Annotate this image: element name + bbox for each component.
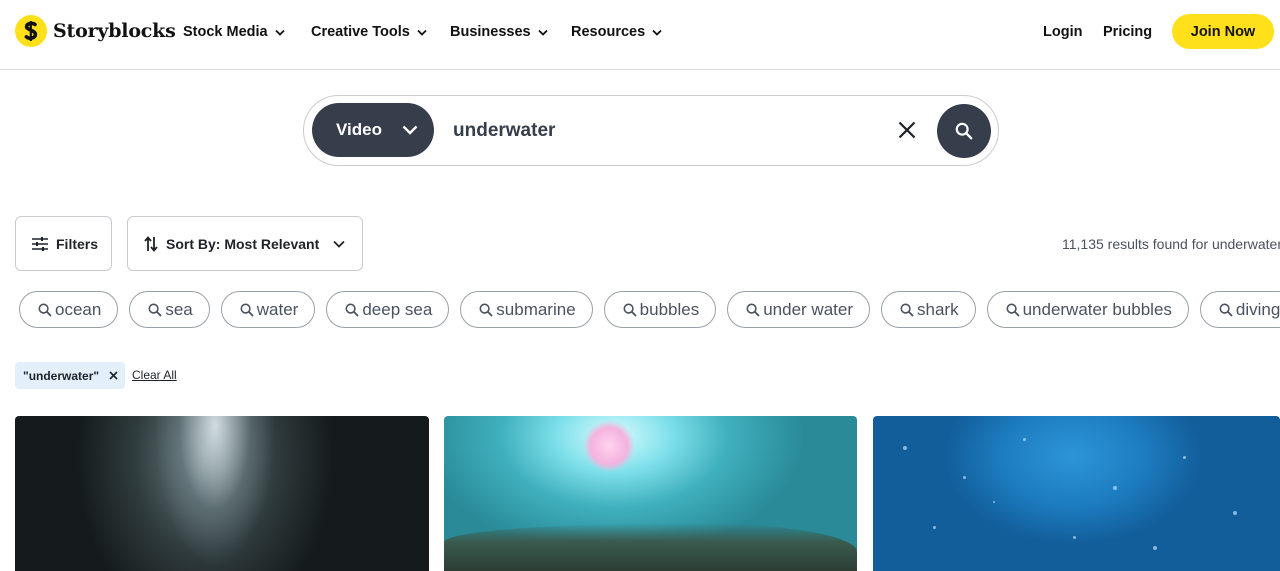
chevron-down-icon	[274, 29, 285, 36]
close-icon[interactable]	[894, 117, 920, 143]
search-icon	[240, 302, 254, 317]
nav-resources[interactable]: Resources	[571, 0, 662, 64]
results-count: 11,135 results found for underwater	[1062, 236, 1280, 252]
bubble	[1153, 546, 1157, 550]
video-thumbnail[interactable]	[873, 416, 1280, 571]
search-icon	[900, 302, 914, 317]
nav-label: Resources	[571, 24, 646, 40]
chip-label: water	[256, 299, 299, 319]
bubble	[1183, 456, 1186, 459]
search-button[interactable]	[937, 104, 991, 158]
chip-label: submarine	[496, 299, 576, 319]
bubble	[1073, 536, 1076, 539]
chip-label: sea	[165, 299, 193, 319]
bubble	[903, 446, 907, 450]
chip-label: shark	[917, 299, 959, 319]
chip-label: under water	[763, 299, 853, 319]
bubble	[933, 526, 936, 529]
brand-name: Storyblocks	[53, 20, 176, 42]
search-icon	[623, 302, 637, 317]
storyblocks-logo-icon	[15, 15, 47, 47]
chip-submarine[interactable]: submarine	[460, 291, 593, 328]
bubble	[1023, 438, 1026, 441]
chevron-down-icon	[652, 29, 662, 36]
chip-label: deep sea	[362, 299, 433, 319]
video-thumbnail[interactable]	[444, 416, 857, 571]
search-bar: Video	[303, 95, 999, 166]
bubble	[993, 501, 995, 503]
chip-diving[interactable]: diving	[1199, 291, 1280, 328]
chip-deep-sea[interactable]: deep sea	[326, 291, 450, 328]
search-icon	[955, 122, 973, 140]
site-header: Storyblocks Stock Media Creative Tools B…	[0, 0, 1280, 70]
filters-button[interactable]: Filters	[15, 216, 112, 271]
nav-stock-media[interactable]: Stock Media	[183, 0, 285, 64]
media-type-dropdown[interactable]: Video	[312, 103, 434, 157]
video-thumbnail[interactable]	[15, 416, 429, 571]
clear-all-link[interactable]: Clear All	[132, 368, 177, 382]
chip-sea[interactable]: sea	[129, 291, 210, 328]
chip-label: bubbles	[639, 299, 700, 319]
chip-bubbles[interactable]: bubbles	[603, 291, 717, 328]
join-now-button[interactable]: Join Now	[1172, 14, 1274, 49]
nav-label: Businesses	[450, 24, 531, 40]
search-icon	[38, 302, 52, 317]
chip-label: ocean	[55, 299, 102, 319]
suggestion-chips: ocean sea water deep sea submarine bubbl…	[19, 291, 1280, 328]
chip-label: diving	[1235, 299, 1280, 319]
chip-underwater-bubbles[interactable]: underwater bubbles	[986, 291, 1189, 328]
bubble	[1233, 511, 1237, 515]
sliders-icon	[32, 236, 48, 251]
chevron-down-icon	[417, 29, 427, 36]
active-filter-label: "underwater"	[23, 368, 100, 383]
chip-ocean[interactable]: ocean	[19, 291, 119, 328]
bubble	[963, 476, 966, 479]
nav-businesses[interactable]: Businesses	[450, 0, 548, 64]
active-filter-tag: "underwater"	[15, 362, 125, 389]
chevron-down-icon	[402, 125, 418, 135]
media-type-label: Video	[336, 120, 382, 139]
sort-arrows-icon	[144, 235, 158, 252]
storyblocks-logo[interactable]: Storyblocks	[15, 15, 176, 47]
chevron-down-icon	[333, 240, 345, 248]
chip-water[interactable]: water	[220, 291, 316, 328]
chevron-down-icon	[537, 29, 548, 36]
reef-silhouette	[444, 523, 857, 571]
remove-filter-icon[interactable]	[109, 371, 118, 380]
nav-creative-tools[interactable]: Creative Tools	[311, 0, 427, 64]
search-icon	[345, 302, 359, 317]
sort-label: Sort By: Most Relevant	[166, 235, 320, 252]
search-icon	[1219, 302, 1233, 317]
chip-label: underwater bubbles	[1022, 299, 1172, 319]
search-icon	[746, 302, 760, 317]
chip-under-water[interactable]: under water	[727, 291, 870, 328]
filters-label: Filters	[56, 235, 99, 252]
login-link[interactable]: Login	[1043, 0, 1082, 64]
search-icon	[148, 302, 162, 317]
bubble	[1113, 486, 1117, 490]
search-icon	[1006, 302, 1020, 317]
nav-label: Stock Media	[183, 24, 268, 40]
pricing-link[interactable]: Pricing	[1103, 0, 1152, 64]
chip-shark[interactable]: shark	[881, 291, 976, 328]
search-input[interactable]	[453, 114, 873, 148]
search-icon	[479, 302, 493, 317]
sort-dropdown[interactable]: Sort By: Most Relevant	[127, 216, 363, 271]
nav-label: Creative Tools	[311, 24, 410, 40]
